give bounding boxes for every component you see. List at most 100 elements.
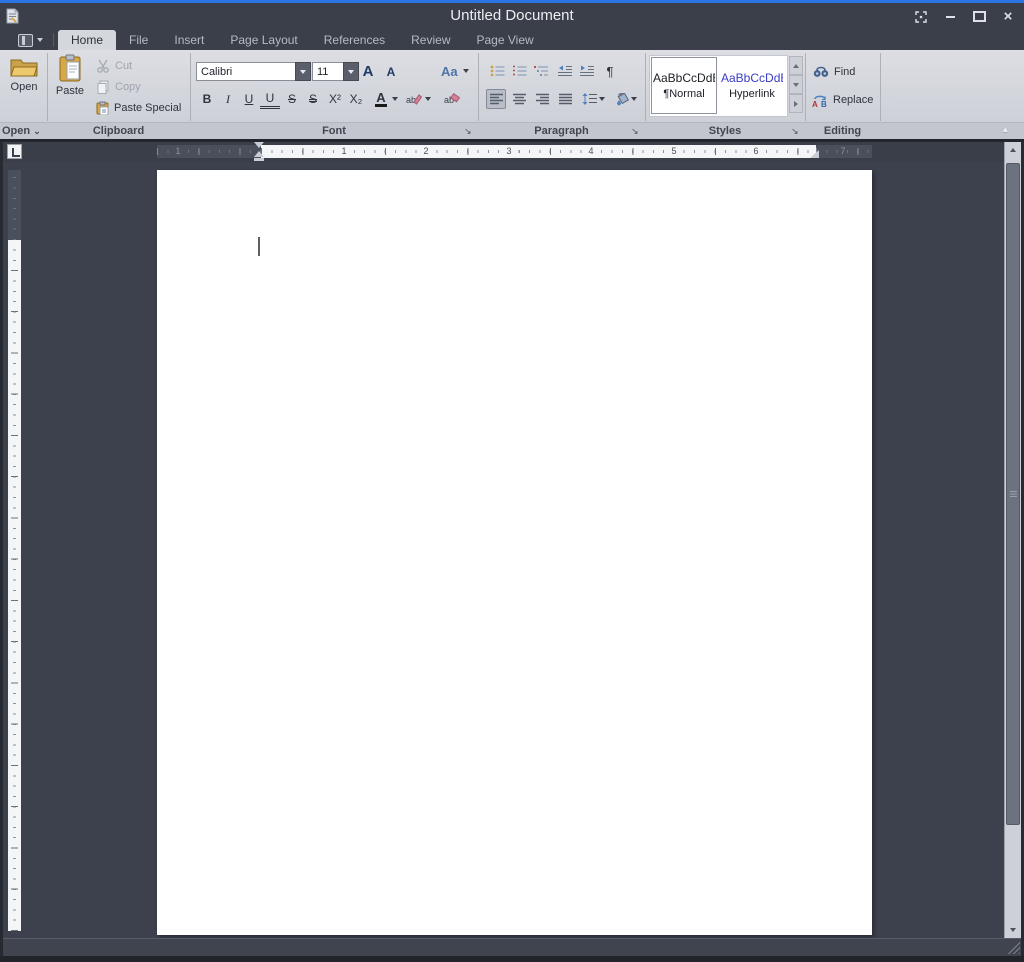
vertical-ruler[interactable] — [8, 240, 21, 931]
quick-access-icon — [18, 34, 33, 47]
align-center-button[interactable] — [509, 89, 529, 109]
decrease-indent-button[interactable] — [555, 61, 575, 81]
grow-font-button[interactable]: A — [358, 61, 378, 81]
align-right-button[interactable] — [532, 89, 552, 109]
font-size-combobox[interactable]: 11 — [312, 62, 359, 81]
collapse-ribbon-button[interactable]: ▴ — [1003, 124, 1008, 135]
tab-references[interactable]: References — [311, 30, 398, 50]
font-size-dropdown-button[interactable] — [343, 62, 359, 81]
font-name-dropdown-button[interactable] — [295, 62, 311, 81]
first-line-indent-marker[interactable] — [254, 142, 264, 148]
tab-home[interactable]: Home — [58, 30, 116, 50]
horizontal-ruler-left-margin[interactable]: 1 — [157, 145, 261, 158]
scrollbar-thumb[interactable] — [1006, 163, 1020, 825]
scrollbar-thumb-grip — [1010, 491, 1017, 497]
find-button[interactable]: Find — [813, 63, 855, 81]
group-separator — [805, 53, 806, 121]
hanging-indent-marker[interactable] — [254, 151, 264, 157]
open-dialog-launcher[interactable]: ⌄ — [33, 126, 41, 136]
open-button[interactable]: Open — [8, 56, 40, 93]
chevron-down-icon — [599, 97, 605, 101]
fullscreen-button[interactable] — [913, 8, 929, 26]
paste-special-button[interactable]: Paste Special — [96, 99, 181, 117]
numbered-list-button[interactable] — [509, 61, 529, 81]
change-case-button[interactable]: Aa — [441, 62, 469, 80]
justify-button[interactable] — [555, 89, 575, 109]
styles-dialog-launcher[interactable]: ↘ — [791, 125, 799, 138]
double-underline-button[interactable]: U — [260, 89, 280, 109]
font-size-value[interactable]: 11 — [312, 62, 343, 81]
multilevel-list-icon — [534, 65, 549, 77]
increase-indent-button[interactable] — [577, 61, 597, 81]
minimize-icon — [946, 16, 955, 18]
scroll-down-button[interactable] — [1005, 922, 1021, 938]
tab-stop-selector[interactable] — [7, 144, 22, 159]
chevron-down-icon — [392, 97, 398, 101]
tab-page-view[interactable]: Page View — [464, 30, 547, 50]
vertical-scrollbar[interactable] — [1004, 142, 1021, 938]
maximize-button[interactable] — [971, 8, 987, 26]
styles-gallery-scroll — [789, 56, 803, 113]
copy-icon — [96, 80, 110, 94]
subscript-button[interactable]: X₂ — [346, 89, 366, 109]
right-indent-marker[interactable] — [810, 150, 819, 158]
paste-button[interactable]: Paste — [53, 54, 87, 97]
shrink-font-button[interactable]: A — [381, 62, 401, 82]
replace-button[interactable]: A B Replace — [812, 91, 873, 109]
resize-grip[interactable] — [1007, 941, 1020, 954]
multilevel-list-button[interactable] — [531, 61, 551, 81]
vertical-ruler-top-margin[interactable] — [8, 170, 21, 240]
highlight-dropdown-button[interactable] — [423, 89, 432, 109]
font-color-dropdown-button[interactable] — [390, 89, 399, 109]
close-button[interactable]: × — [1000, 8, 1016, 26]
align-center-icon — [512, 93, 527, 105]
styles-more-button[interactable] — [789, 94, 803, 113]
tab-review[interactable]: Review — [398, 30, 463, 50]
cut-button[interactable]: Cut — [96, 57, 132, 75]
triangle-down-icon — [1010, 928, 1016, 932]
line-spacing-dropdown-button[interactable] — [597, 89, 606, 109]
horizontal-ruler[interactable]: 1 2 3 4 5 6 — [261, 145, 816, 158]
clear-formatting-button[interactable]: ab — [442, 89, 462, 109]
document-page[interactable] — [157, 170, 872, 935]
underline-button[interactable]: U — [239, 89, 259, 109]
quick-access-menu-button[interactable] — [18, 33, 43, 47]
replace-icon: A B — [812, 94, 828, 107]
style-hyperlink[interactable]: AaBbCcDdEe Hyperlink — [719, 57, 785, 114]
font-dialog-launcher[interactable]: ↘ — [464, 125, 472, 138]
highlight-button[interactable]: ab — [404, 89, 424, 109]
align-left-button[interactable] — [486, 89, 506, 109]
find-binoculars-icon — [813, 66, 829, 78]
show-formatting-marks-button[interactable]: ¶ — [600, 61, 620, 81]
tab-insert[interactable]: Insert — [161, 30, 217, 50]
font-name-value[interactable]: Calibri — [196, 62, 295, 81]
font-name-combobox[interactable]: Calibri — [196, 62, 311, 81]
text-caret — [258, 237, 260, 256]
double-strikethrough-button[interactable]: S — [303, 89, 323, 109]
bold-button[interactable]: B — [197, 89, 217, 109]
paragraph-group-label: Paragraph — [478, 124, 645, 139]
paragraph-dialog-launcher[interactable]: ↘ — [631, 125, 639, 138]
font-color-button[interactable]: A — [371, 89, 391, 109]
svg-text:B: B — [821, 100, 827, 107]
styles-gallery: AaBbCcDdEe ¶Normal AaBbCcDdEe Hyperlink — [649, 55, 788, 117]
copy-button[interactable]: Copy — [96, 78, 141, 96]
bullet-list-button[interactable] — [487, 61, 507, 81]
horizontal-ruler-right-margin[interactable]: 7 — [816, 145, 872, 158]
app-window: Untitled Document × Home File Insert Pag… — [0, 0, 1024, 962]
strikethrough-button[interactable]: S — [282, 89, 302, 109]
titlebar: Untitled Document × — [0, 3, 1024, 30]
tab-file[interactable]: File — [116, 30, 161, 50]
minimize-button[interactable] — [942, 8, 958, 26]
status-bar — [0, 938, 1024, 956]
scroll-up-button[interactable] — [1005, 142, 1021, 158]
styles-scroll-up-button[interactable] — [789, 56, 803, 75]
tab-page-layout[interactable]: Page Layout — [217, 30, 310, 50]
style-normal[interactable]: AaBbCcDdEe ¶Normal — [651, 57, 717, 114]
superscript-button[interactable]: X² — [325, 89, 345, 109]
italic-button[interactable]: I — [218, 89, 238, 109]
left-indent-marker[interactable] — [254, 158, 264, 161]
styles-scroll-down-button[interactable] — [789, 75, 803, 94]
shading-dropdown-button[interactable] — [629, 89, 638, 109]
chevron-down-icon — [37, 38, 43, 42]
